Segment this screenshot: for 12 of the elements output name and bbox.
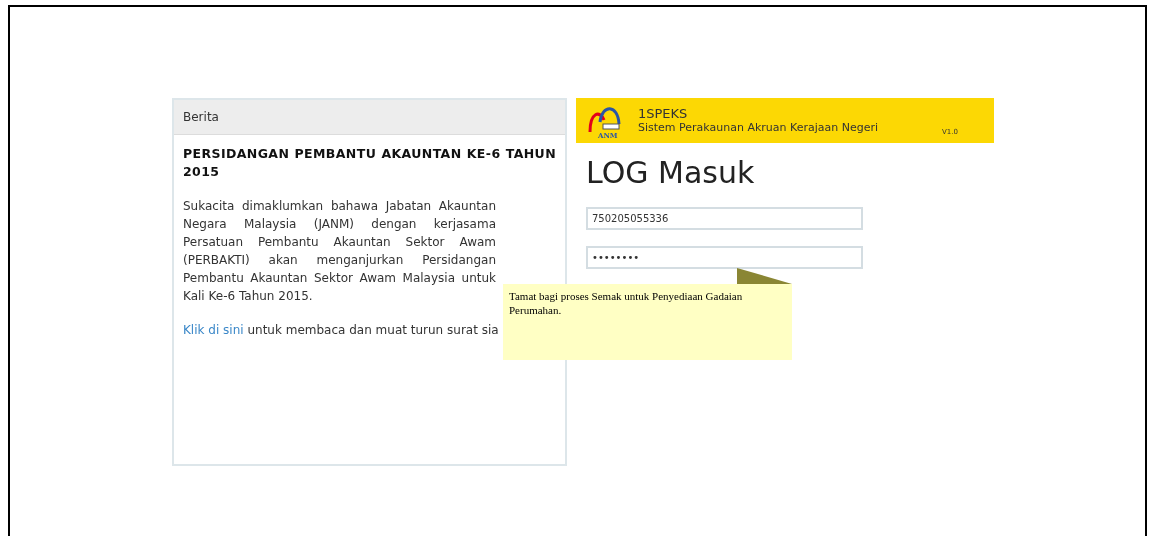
app-name: 1SPEKS — [638, 106, 689, 121]
app-subtitle: Sistem Perakaunan Akruan Kerajaan Negeri — [638, 121, 880, 135]
news-paragraph: Sukacita dimaklumkan bahawa Jabatan Akauntan Negara Malaysia (JANM) dengan kerjasama Persatuan Pembantu Akauntan Sektor Awam (PERBAKTI) akan menganjurkan Persidangan Pembantu Akauntan Sektor Awam Malaysia untuk Kali Ke-6 Tahun 2015. — [183, 198, 496, 305]
news-title: PERSIDANGAN PEMBANTU AKAUNTAN KE-6 TAHUN 2015 — [183, 145, 556, 181]
news-link-text: untuk membaca dan muat turun surat sia — [247, 323, 499, 337]
password-field[interactable]: •••••••• — [586, 246, 863, 269]
news-link[interactable]: Klik di sini — [183, 323, 244, 337]
tooltip-pointer-icon — [737, 268, 792, 284]
panel-heading: Berita — [183, 110, 219, 124]
tooltip: Tamat bagi proses Semak untuk Penyediaan Gadaian Perumahan. — [503, 284, 792, 360]
username-field[interactable]: 750205055336 — [586, 207, 863, 230]
login-heading: LOG Masuk — [586, 155, 756, 191]
